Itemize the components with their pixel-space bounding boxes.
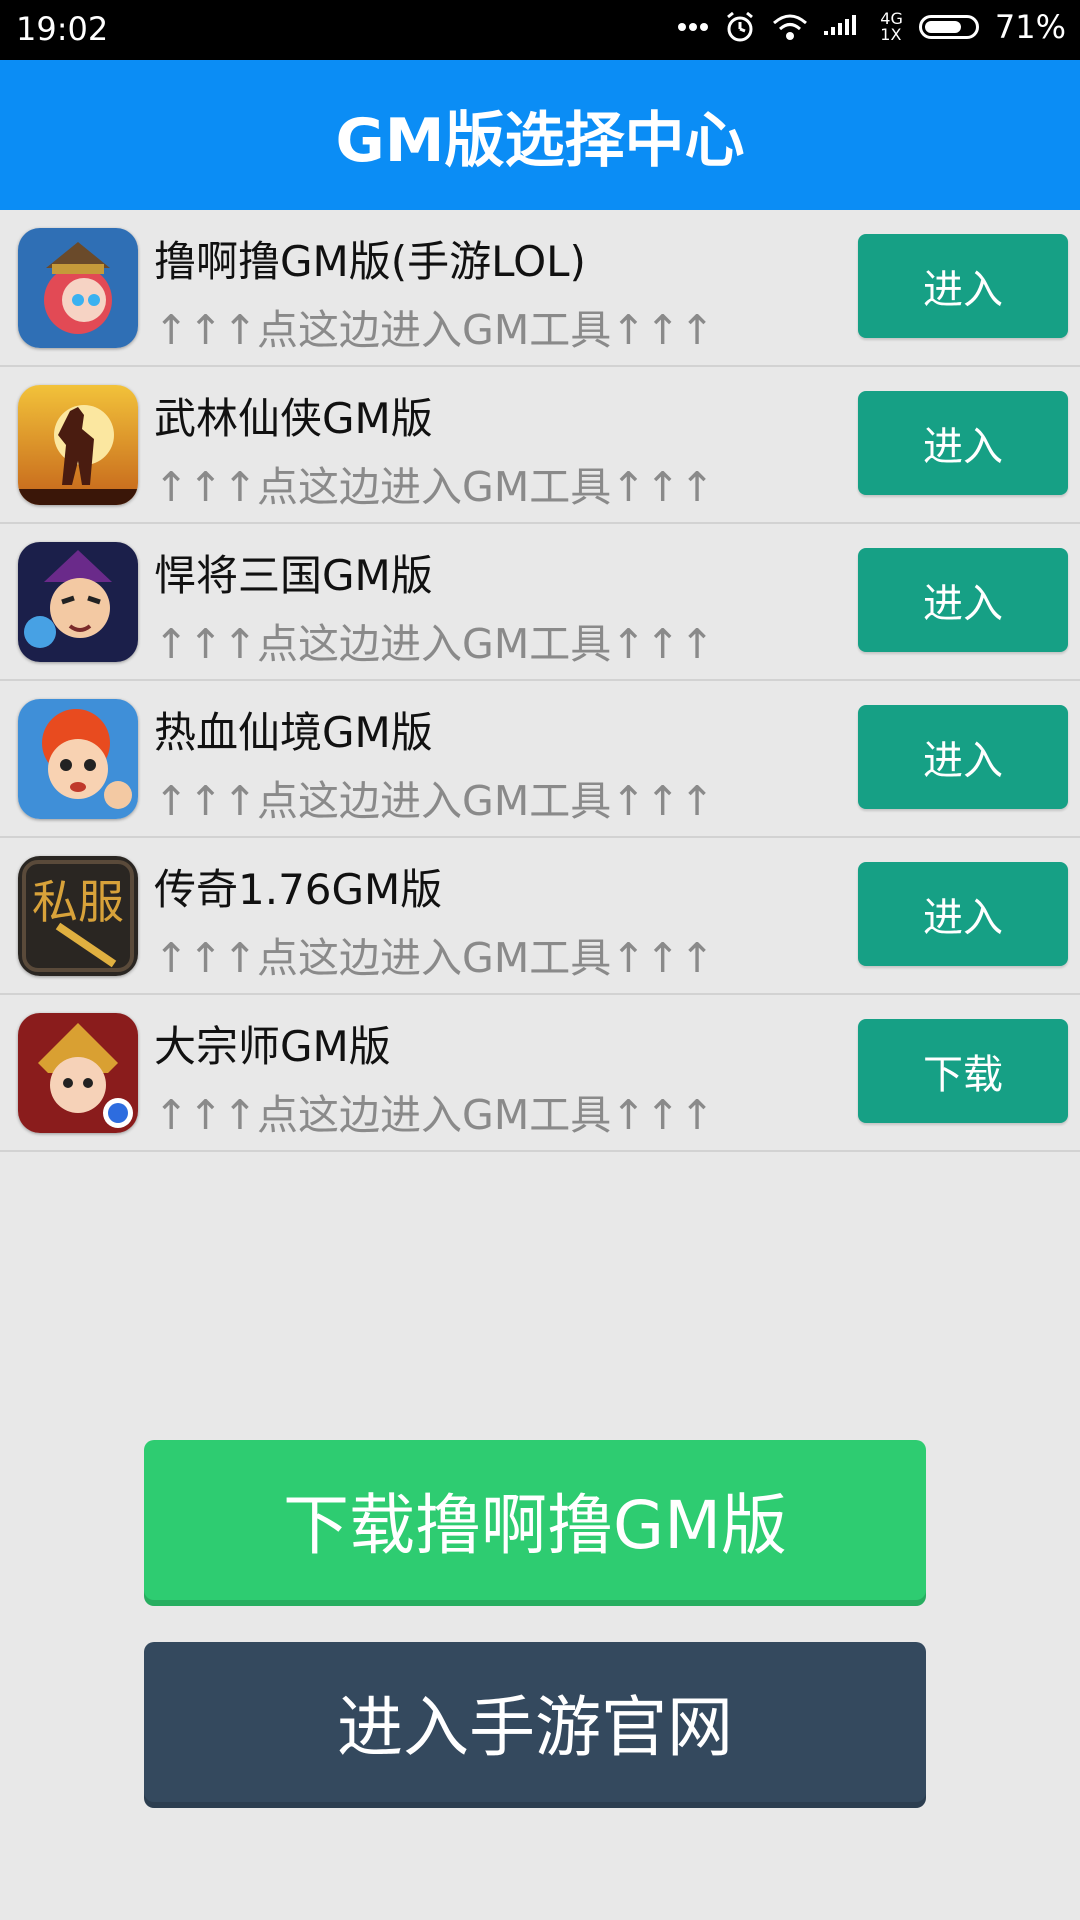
signal-icon [824, 13, 864, 41]
game-title: 热血仙境GM版 [154, 708, 433, 757]
status-icons: 4G 1X 71% [678, 8, 1066, 46]
more-dots-icon [678, 22, 709, 32]
download-button[interactable]: 下载 [858, 1019, 1068, 1123]
enter-button[interactable]: 进入 [858, 548, 1068, 652]
list-item[interactable]: 悍将三国GM版 ↑↑↑点这边进入GM工具↑↑↑ 进入 [0, 524, 1080, 681]
list-item[interactable]: 大宗师GM版 ↑↑↑点这边进入GM工具↑↑↑ 下载 [0, 995, 1080, 1152]
sifu-calligraphy-icon: 私服 [18, 856, 138, 976]
cartoon-hero-icon [18, 699, 138, 819]
grandmaster-warrior-icon [18, 1013, 138, 1133]
game-subtitle: ↑↑↑点这边进入GM工具↑↑↑ [154, 463, 715, 511]
list-item[interactable]: 撸啊撸GM版(手游LOL) ↑↑↑点这边进入GM工具↑↑↑ 进入 [0, 210, 1080, 367]
game-list: 撸啊撸GM版(手游LOL) ↑↑↑点这边进入GM工具↑↑↑ 进入 武林仙侠GM版… [0, 210, 1080, 1152]
game-subtitle: ↑↑↑点这边进入GM工具↑↑↑ [154, 777, 715, 825]
svg-text:私服: 私服 [32, 875, 124, 929]
page-title: GM版选择中心 [335, 105, 745, 176]
game-title: 悍将三国GM版 [154, 551, 433, 600]
battery-icon [918, 15, 979, 39]
lol-hero-icon [18, 228, 138, 348]
three-kingdoms-general-icon [18, 542, 138, 662]
game-title: 武林仙侠GM版 [154, 394, 433, 443]
status-time: 19:02 [16, 10, 109, 48]
list-item[interactable]: 武林仙侠GM版 ↑↑↑点这边进入GM工具↑↑↑ 进入 [0, 367, 1080, 524]
game-title: 大宗师GM版 [154, 1022, 391, 1071]
network-type: 4G 1X [880, 9, 903, 44]
list-item[interactable]: 热血仙境GM版 ↑↑↑点这边进入GM工具↑↑↑ 进入 [0, 681, 1080, 838]
game-subtitle: ↑↑↑点这边进入GM工具↑↑↑ [154, 934, 715, 982]
game-subtitle: ↑↑↑点这边进入GM工具↑↑↑ [154, 306, 715, 354]
enter-website-button[interactable]: 进入手游官网 [144, 1642, 926, 1802]
enter-button[interactable]: 进入 [858, 705, 1068, 809]
game-title: 传奇1.76GM版 [154, 865, 443, 914]
list-item[interactable]: 私服 传奇1.76GM版 ↑↑↑点这边进入GM工具↑↑↑ 进入 [0, 838, 1080, 995]
enter-button[interactable]: 进入 [858, 391, 1068, 495]
game-subtitle: ↑↑↑点这边进入GM工具↑↑↑ [154, 620, 715, 668]
download-lol-gm-button[interactable]: 下载撸啊撸GM版 [144, 1440, 926, 1600]
wifi-icon [772, 13, 808, 41]
enter-button[interactable]: 进入 [858, 862, 1068, 966]
game-subtitle: ↑↑↑点这边进入GM工具↑↑↑ [154, 1091, 715, 1139]
status-bar: 19:02 4G 1X 71% [0, 0, 1080, 60]
game-title: 撸啊撸GM版(手游LOL) [154, 237, 586, 286]
swordsman-silhouette-icon [18, 385, 138, 505]
enter-button[interactable]: 进入 [858, 234, 1068, 338]
alarm-icon [724, 11, 756, 43]
app-header: GM版选择中心 [0, 60, 1080, 210]
battery-percent: 71% [994, 8, 1066, 46]
